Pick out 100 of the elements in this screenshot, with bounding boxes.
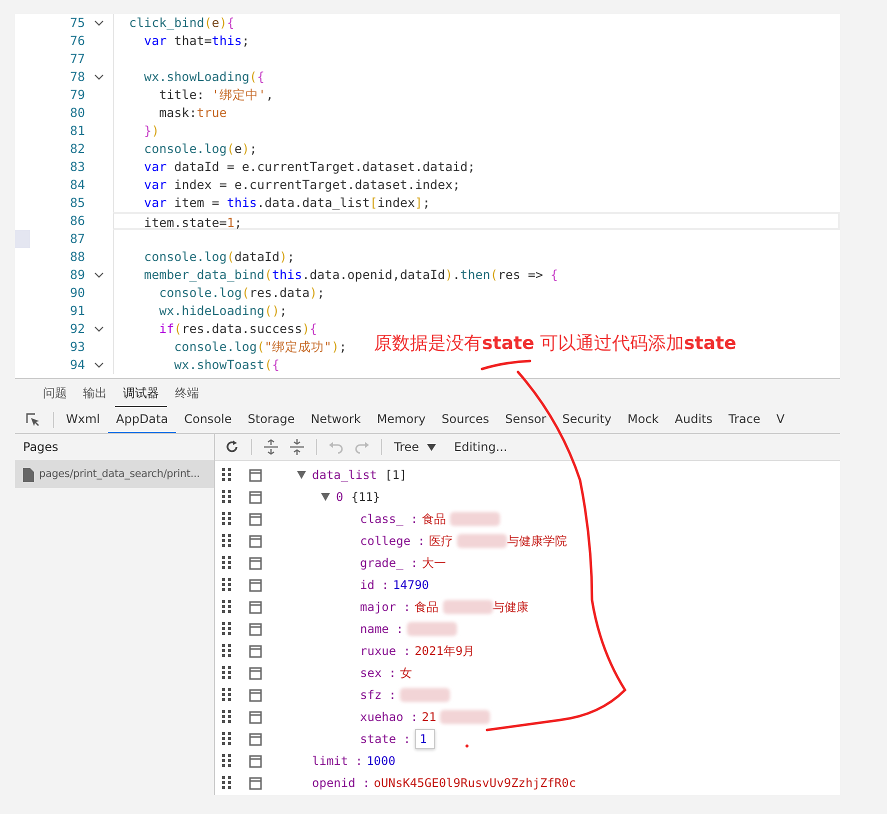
fold-chevron-icon[interactable] bbox=[94, 362, 104, 368]
code-line: var that=this; bbox=[143, 33, 250, 48]
fold-chevron-icon[interactable] bbox=[94, 20, 104, 26]
row-edit-icon[interactable] bbox=[249, 556, 262, 570]
code-line: var item = this.data.data_list[index]; bbox=[143, 195, 430, 210]
code-line: item.state=1; bbox=[143, 215, 242, 230]
property-value: 14790 bbox=[392, 577, 430, 594]
row-edit-icon[interactable] bbox=[249, 688, 262, 702]
row-edit-icon[interactable] bbox=[249, 600, 262, 614]
property-key: state : bbox=[360, 730, 411, 748]
line-number: 88 bbox=[68, 248, 85, 266]
devtools-tab[interactable]: Audits bbox=[666, 407, 720, 433]
row-edit-icon[interactable] bbox=[249, 710, 262, 724]
row-edit-icon[interactable] bbox=[249, 534, 262, 548]
panel-tab[interactable]: 问题 bbox=[35, 380, 75, 407]
code-line: title: '绑定中', bbox=[158, 87, 274, 102]
devtools-tab[interactable]: Mock bbox=[620, 407, 667, 433]
drag-handle-icon[interactable] bbox=[222, 665, 234, 681]
property-key: sex : bbox=[360, 664, 396, 682]
view-mode-dropdown[interactable]: Tree bbox=[390, 436, 440, 458]
line-number: 79 bbox=[68, 86, 85, 104]
property-key: college : bbox=[360, 532, 426, 550]
drag-handle-icon[interactable] bbox=[222, 489, 234, 505]
row-edit-icon[interactable] bbox=[249, 666, 262, 680]
code-line: if(res.data.success){ bbox=[158, 321, 318, 336]
devtools-tab[interactable]: Trace bbox=[720, 407, 768, 433]
status-text: Editing... bbox=[454, 439, 508, 456]
drag-handle-icon[interactable] bbox=[222, 775, 234, 791]
line-number: 94 bbox=[68, 356, 85, 374]
line-number: 89 bbox=[68, 266, 85, 284]
expand-triangle-icon[interactable] bbox=[297, 471, 306, 479]
fold-chevron-icon[interactable] bbox=[94, 272, 104, 278]
line-number: 75 bbox=[68, 14, 85, 32]
fold-chevron-icon[interactable] bbox=[94, 74, 104, 80]
row-edit-icon[interactable] bbox=[249, 776, 262, 790]
code-line: console.log(dataId); bbox=[143, 249, 295, 264]
row-edit-icon[interactable] bbox=[249, 754, 262, 768]
code-line: console.log("绑定成功"); bbox=[173, 339, 347, 354]
line-number: 76 bbox=[68, 32, 85, 50]
devtools-tab[interactable]: Network bbox=[302, 407, 369, 433]
row-edit-icon[interactable] bbox=[249, 732, 262, 746]
drag-handle-icon[interactable] bbox=[222, 467, 234, 483]
property-value: 与健康 bbox=[492, 599, 529, 616]
devtools-tab[interactable]: Console bbox=[176, 407, 240, 433]
devtools-tab[interactable]: AppData bbox=[108, 407, 176, 433]
panel-tab[interactable]: 调试器 bbox=[115, 380, 167, 407]
line-number: 93 bbox=[68, 338, 85, 356]
annotation-text: 原数据是没有state 可以通过代码添加state bbox=[374, 332, 736, 356]
drag-handle-icon[interactable] bbox=[222, 555, 234, 571]
drag-handle-icon[interactable] bbox=[222, 577, 234, 593]
drag-handle-icon[interactable] bbox=[222, 731, 234, 747]
drag-handle-icon[interactable] bbox=[222, 621, 234, 637]
property-key: limit : bbox=[312, 752, 363, 770]
value-input[interactable]: 1 bbox=[414, 729, 435, 749]
row-edit-icon[interactable] bbox=[249, 490, 262, 504]
devtools-tab[interactable]: Memory bbox=[368, 407, 434, 433]
line-number: 77 bbox=[68, 50, 85, 68]
code-line: var index = e.currentTarget.dataset.index; bbox=[143, 177, 460, 192]
fold-chevron-icon[interactable] bbox=[94, 326, 104, 332]
devtools-tab[interactable]: Wxml bbox=[58, 407, 108, 433]
property-value: 女 bbox=[400, 665, 412, 682]
row-edit-icon[interactable] bbox=[249, 512, 262, 526]
property-key: class_ : bbox=[360, 510, 418, 528]
drag-handle-icon[interactable] bbox=[222, 687, 234, 703]
panel-tab[interactable]: 输出 bbox=[75, 380, 115, 407]
devtools-tab[interactable]: Sensor bbox=[497, 407, 554, 433]
drag-handle-icon[interactable] bbox=[222, 643, 234, 659]
code-line: wx.hideLoading(); bbox=[158, 303, 288, 318]
drag-handle-icon[interactable] bbox=[222, 709, 234, 725]
drag-handle-icon[interactable] bbox=[222, 753, 234, 769]
property-value: 21 bbox=[422, 709, 436, 726]
page-item[interactable]: pages/print_data_search/print... bbox=[15, 461, 214, 488]
code-line: console.log(e); bbox=[143, 141, 257, 156]
devtools-tab[interactable]: Security bbox=[554, 407, 620, 433]
property-key: id : bbox=[360, 576, 389, 594]
devtools-tab[interactable]: V bbox=[768, 407, 793, 433]
property-key: openid : bbox=[312, 774, 370, 792]
property-key: 0 bbox=[336, 488, 344, 506]
row-edit-icon[interactable] bbox=[249, 644, 262, 658]
code-line: click_bind(e){ bbox=[129, 15, 234, 30]
line-number: 92 bbox=[68, 320, 85, 338]
panel-tab[interactable]: 终端 bbox=[167, 380, 207, 407]
property-summary: [1] bbox=[385, 467, 407, 484]
code-line: wx.showLoading({ bbox=[143, 69, 264, 84]
drag-handle-icon[interactable] bbox=[222, 533, 234, 549]
drag-handle-icon[interactable] bbox=[222, 599, 234, 615]
row-edit-icon[interactable] bbox=[249, 622, 262, 636]
drag-handle-icon[interactable] bbox=[222, 511, 234, 527]
property-value: 食品 bbox=[414, 599, 439, 616]
devtools-tab[interactable]: Storage bbox=[240, 407, 303, 433]
expand-triangle-icon[interactable] bbox=[321, 493, 330, 501]
row-edit-icon[interactable] bbox=[249, 468, 262, 482]
property-value: 医疗 bbox=[429, 533, 454, 550]
inspect-icon[interactable] bbox=[25, 412, 41, 428]
property-value: 大一 bbox=[422, 555, 446, 572]
line-number: 84 bbox=[68, 176, 85, 194]
row-edit-icon[interactable] bbox=[249, 578, 262, 592]
property-summary: {11} bbox=[351, 489, 380, 506]
code-line: wx.showToast({ bbox=[173, 357, 280, 372]
code-line: var dataId = e.currentTarget.dataset.dataid; bbox=[143, 159, 476, 174]
